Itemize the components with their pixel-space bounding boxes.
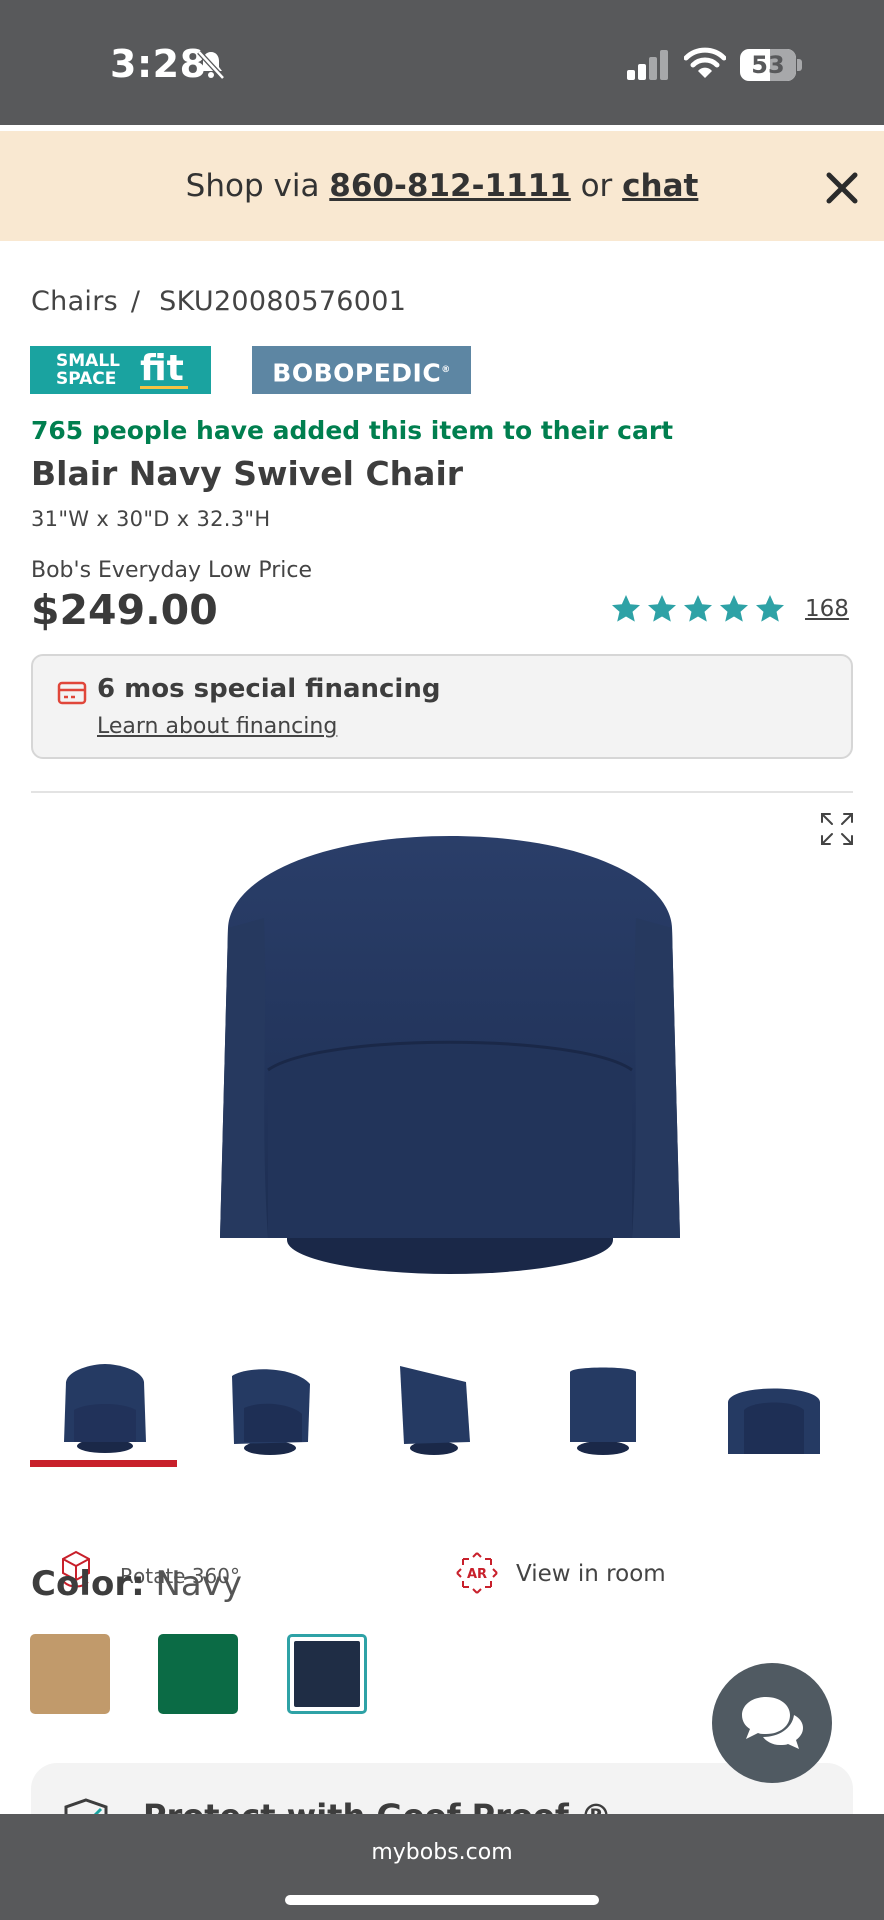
thumbnail-back[interactable]	[564, 1362, 642, 1458]
small-space-fit-badge: SMALL SPACE fit	[30, 346, 211, 394]
bobopedic-text: BOBOPEDIC	[272, 358, 442, 388]
breadcrumb: Chairs / SKU20080576001	[31, 286, 406, 317]
status-bar: 3:28 53	[0, 0, 884, 125]
badge-small-text: SMALL	[56, 351, 120, 371]
promo-middle: or	[570, 168, 623, 204]
phone-link[interactable]: 860-812-1111	[329, 168, 570, 204]
product-image[interactable]	[200, 818, 700, 1318]
promo-text: Shop via 860-812-1111 or chat	[0, 131, 884, 241]
thumbnail-side[interactable]	[394, 1362, 474, 1458]
swatch-green[interactable]	[158, 1634, 238, 1714]
star-icon	[756, 595, 784, 622]
cart-notice: 765 people have added this item to their…	[31, 416, 674, 445]
product-dimensions: 31"W x 30"D x 32.3"H	[31, 507, 271, 531]
product-price: $249.00	[31, 586, 218, 634]
bell-slash-icon	[197, 50, 225, 80]
star-icon	[684, 595, 712, 622]
ar-icon[interactable]: AR	[455, 1551, 499, 1595]
battery-icon: 53	[740, 49, 802, 81]
star-icon	[648, 595, 676, 622]
close-icon[interactable]	[824, 170, 860, 206]
thumbnail-top[interactable]	[724, 1362, 824, 1458]
chat-button[interactable]	[712, 1663, 832, 1783]
price-label: Bob's Everyday Low Price	[31, 558, 312, 583]
home-indicator[interactable]	[285, 1895, 599, 1905]
rating[interactable]: 168	[610, 591, 849, 627]
swatch-navy[interactable]	[287, 1634, 367, 1714]
chat-link[interactable]: chat	[622, 168, 698, 204]
star-icon	[612, 595, 640, 622]
credit-card-icon	[57, 681, 87, 705]
status-time: 3:28	[110, 42, 207, 86]
thumbnail-selected-indicator	[30, 1460, 177, 1467]
financing-title: 6 mos special financing	[97, 674, 441, 704]
signal-icon	[627, 50, 668, 80]
chat-bubbles-icon	[742, 1697, 803, 1749]
expand-icon[interactable]	[820, 812, 854, 846]
badge-fit-text: fit	[140, 348, 184, 389]
battery-level: 53	[751, 51, 785, 79]
promo-banner: Shop via 860-812-1111 or chat	[0, 131, 884, 241]
thumbnail-front[interactable]	[62, 1362, 148, 1458]
swatch-tan[interactable]	[30, 1634, 110, 1714]
color-label-key: Color:	[31, 1564, 145, 1604]
breadcrumb-sku: SKU20080576001	[159, 286, 407, 317]
color-label: Color: Navy	[31, 1564, 242, 1604]
view-in-room-label[interactable]: View in room	[516, 1561, 666, 1587]
promo-prefix: Shop via	[185, 168, 330, 204]
financing-box: 6 mos special financing Learn about fina…	[31, 654, 853, 759]
star-icon	[720, 595, 748, 622]
color-value: Navy	[155, 1564, 243, 1604]
review-count-link[interactable]: 168	[805, 596, 849, 622]
wifi-icon	[684, 47, 726, 78]
learn-financing-link[interactable]: Learn about financing	[97, 714, 337, 739]
ar-icon-text: AR	[467, 1567, 487, 1582]
bobopedic-badge: BOBOPEDIC®	[252, 346, 471, 394]
thumbnail-angle[interactable]	[226, 1362, 314, 1458]
breadcrumb-separator: /	[130, 286, 141, 317]
badge-space-text: SPACE	[56, 369, 117, 389]
product-title: Blair Navy Swivel Chair	[31, 454, 464, 493]
url-text[interactable]: mybobs.com	[0, 1840, 884, 1865]
divider	[31, 791, 853, 793]
browser-bar: mybobs.com	[0, 1814, 884, 1920]
breadcrumb-chairs[interactable]: Chairs	[31, 286, 118, 317]
